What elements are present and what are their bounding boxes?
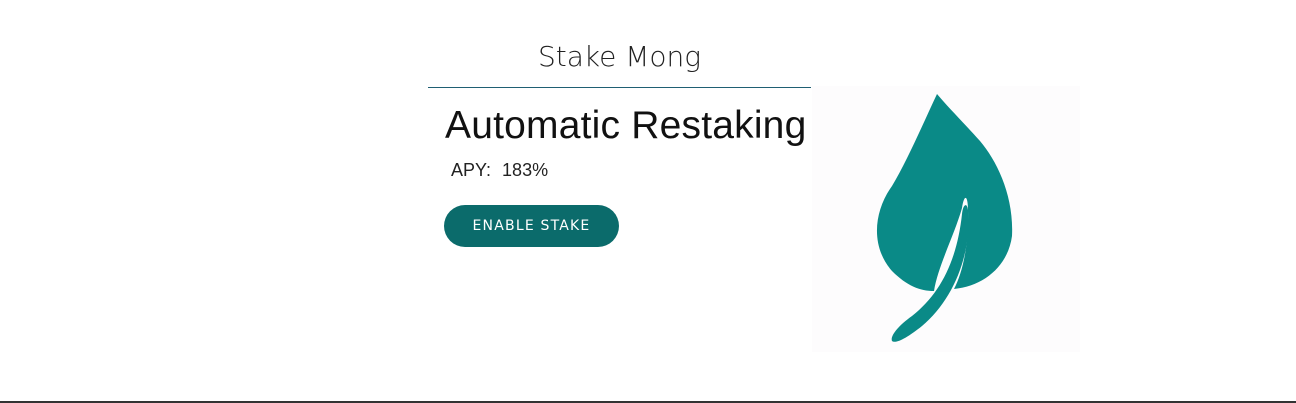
stake-page: Stake Mong Automatic Restaking APY: 183%… (0, 0, 1296, 403)
leaf-illustration (812, 86, 1080, 352)
apy-row: APY: 183% (451, 160, 548, 181)
leaf-icon (876, 94, 1013, 342)
title-divider (428, 87, 811, 88)
stake-heading: Automatic Restaking (445, 104, 807, 147)
app-title: Stake Mong (537, 40, 702, 73)
enable-stake-button[interactable]: ENABLE STAKE (444, 205, 619, 247)
apy-value: 183% (502, 160, 549, 180)
apy-label: APY: (451, 160, 492, 180)
